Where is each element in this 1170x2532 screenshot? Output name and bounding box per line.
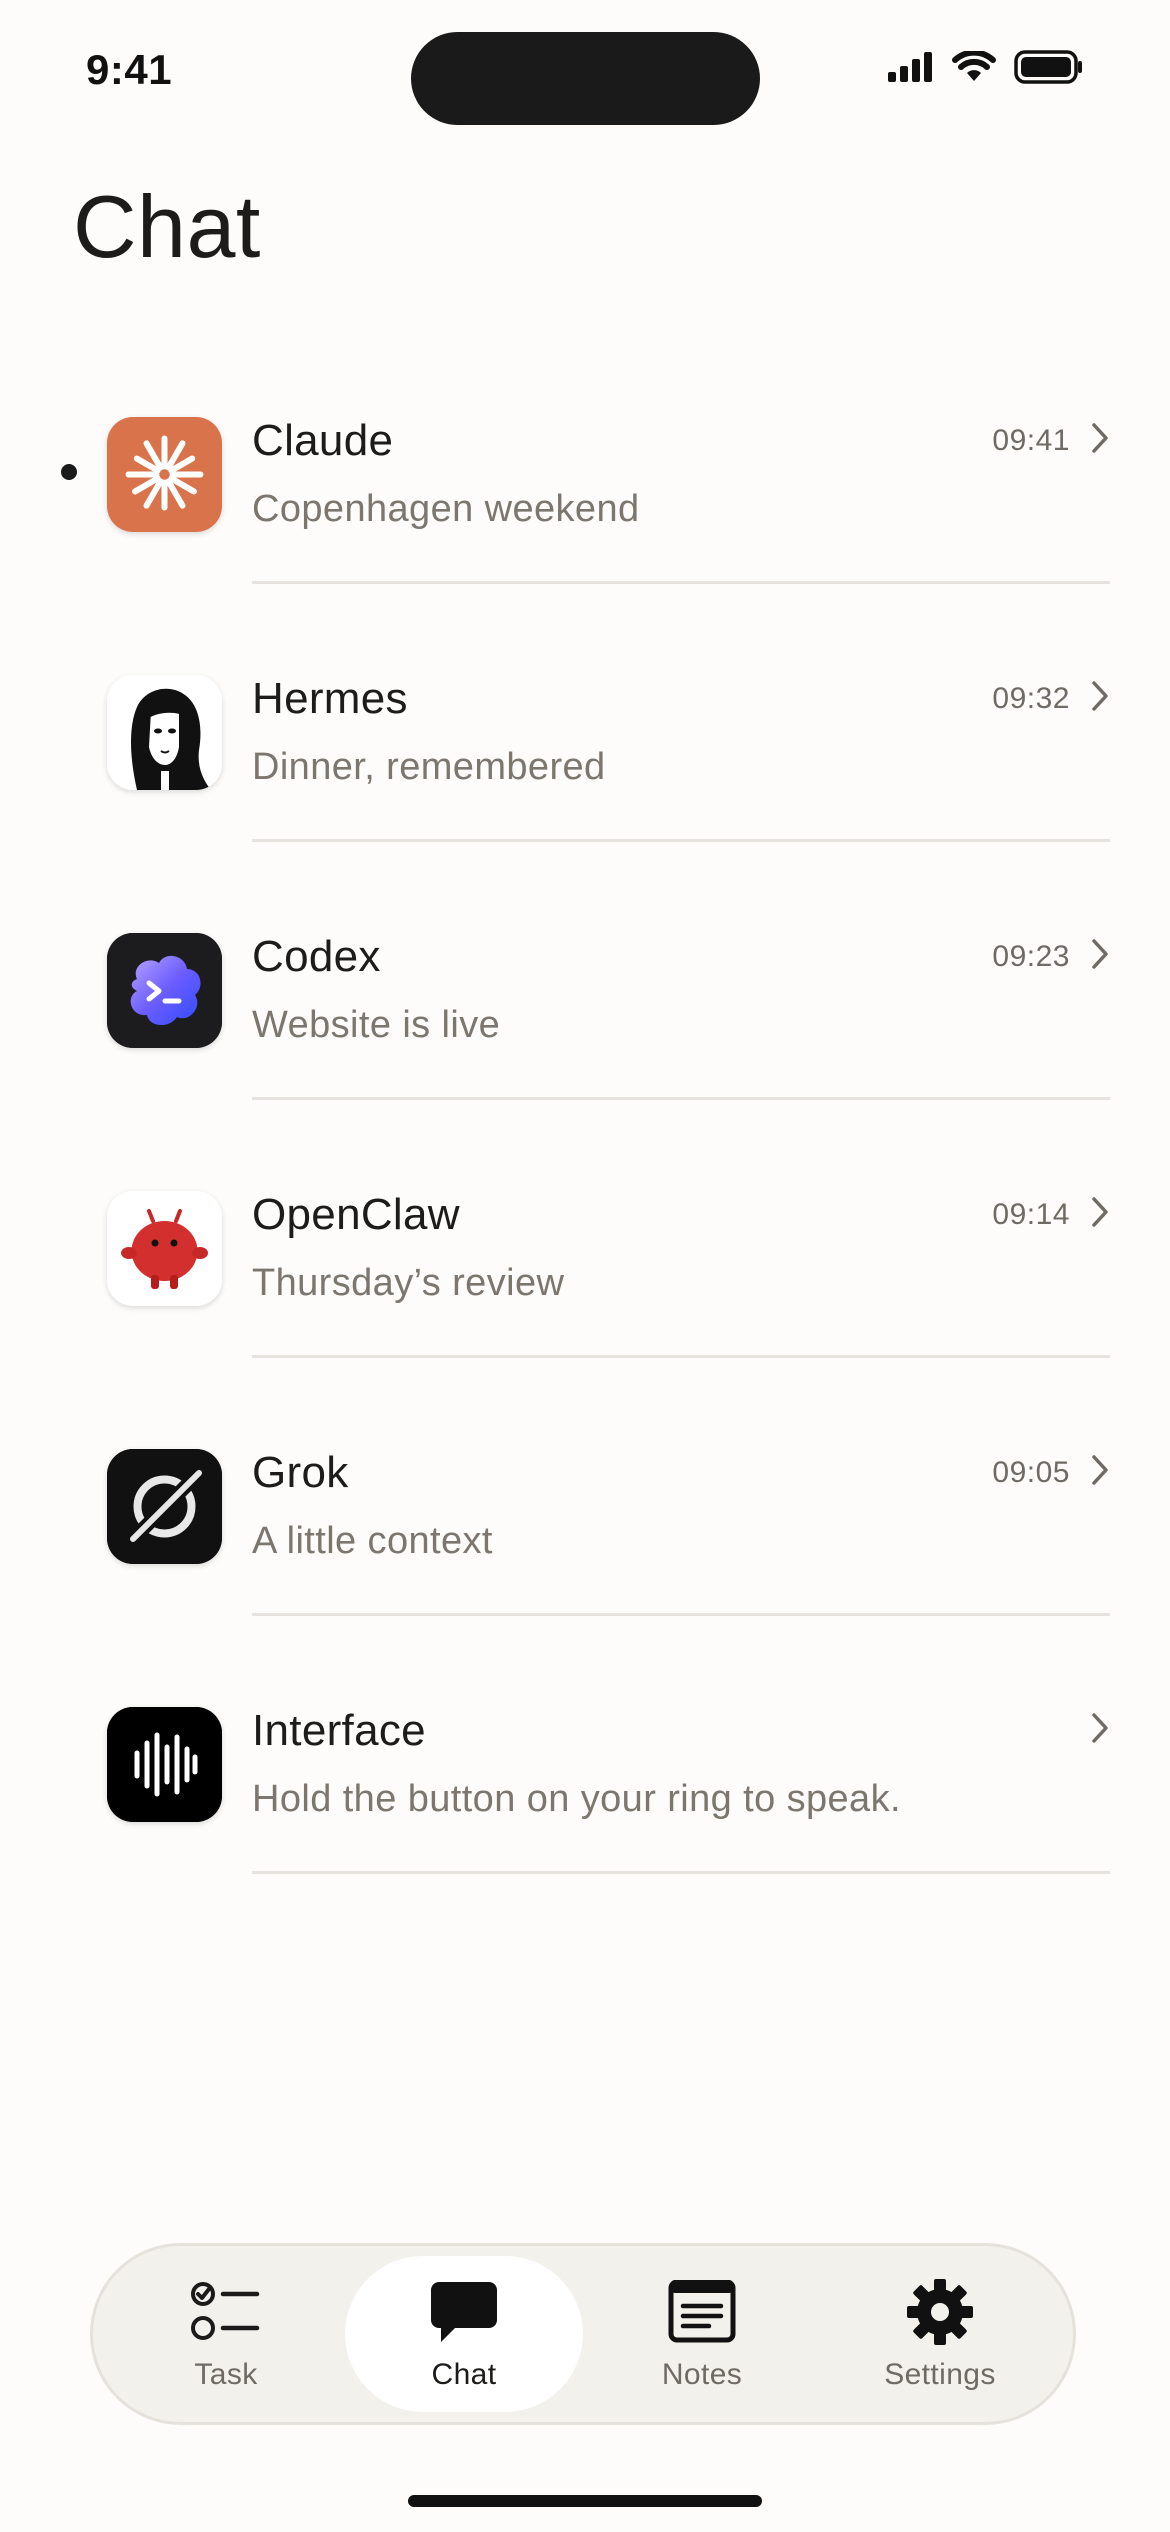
chat-row-claude[interactable]: Claude Copenhagen weekend 09:41 [0, 366, 1170, 624]
unread-indicator [61, 464, 77, 480]
chevron-right-icon [1090, 1196, 1110, 1233]
tab-label: Notes [661, 2358, 743, 2391]
openclaw-mascot-icon [107, 1191, 222, 1306]
chat-row-hermes[interactable]: Hermes Dinner, remembered 09:32 [0, 624, 1170, 882]
chat-name: Hermes [252, 674, 408, 723]
gear-icon [905, 2276, 975, 2348]
tab-label: Task [194, 2358, 258, 2391]
chat-time: 09:32 [992, 682, 1070, 715]
chevron-right-icon [1090, 422, 1110, 459]
row-divider [252, 1613, 1110, 1616]
chat-list: Claude Copenhagen weekend 09:41 Hermes D… [0, 366, 1170, 1914]
tab-chat[interactable]: Chat [345, 2256, 583, 2412]
chat-preview: A little context [252, 1520, 493, 1562]
tab-task[interactable]: Task [107, 2256, 345, 2412]
chat-time: 09:41 [992, 424, 1070, 457]
tab-label: Chat [431, 2358, 497, 2391]
chat-time: 09:05 [992, 1456, 1070, 1489]
chat-time: 09:23 [992, 940, 1070, 973]
home-indicator[interactable] [408, 2495, 762, 2507]
chevron-right-icon [1090, 938, 1110, 975]
status-time: 9:41 [86, 46, 173, 93]
wifi-icon [952, 49, 996, 88]
chat-preview: Hold the button on your ring to speak. [252, 1778, 901, 1820]
grok-logo-icon [107, 1449, 222, 1564]
chat-name: Codex [252, 932, 381, 981]
battery-icon [1014, 50, 1084, 89]
chat-name: OpenClaw [252, 1190, 460, 1239]
chevron-right-icon [1090, 680, 1110, 717]
chat-preview: Copenhagen weekend [252, 488, 640, 530]
tab-bar: Task Chat Notes Settings [90, 2243, 1076, 2425]
chat-bubble-icon [429, 2276, 499, 2348]
dynamic-island [411, 32, 760, 125]
chat-name: Grok [252, 1448, 349, 1497]
row-divider [252, 1355, 1110, 1358]
chat-preview: Thursday’s review [252, 1262, 565, 1304]
chevron-right-icon [1090, 1712, 1110, 1749]
chat-preview: Dinner, remembered [252, 746, 606, 788]
page-title: Chat [73, 177, 261, 276]
chevron-right-icon [1090, 1454, 1110, 1491]
chat-preview: Website is live [252, 1004, 501, 1046]
task-list-icon [191, 2276, 261, 2348]
tab-settings[interactable]: Settings [821, 2256, 1059, 2412]
hermes-portrait-icon [107, 675, 222, 790]
tab-label: Settings [884, 2358, 996, 2391]
chat-time: 09:14 [992, 1198, 1070, 1231]
chat-row-codex[interactable]: Codex Website is live 09:23 [0, 882, 1170, 1140]
row-divider [252, 1871, 1110, 1874]
status-icons [888, 49, 1084, 89]
cellular-signal-icon [888, 52, 934, 87]
chat-row-openclaw[interactable]: OpenClaw Thursday’s review 09:14 [0, 1140, 1170, 1398]
chat-row-interface[interactable]: Interface Hold the button on your ring t… [0, 1656, 1170, 1914]
row-divider [252, 581, 1110, 584]
chat-name: Claude [252, 416, 394, 465]
row-divider [252, 839, 1110, 842]
notes-icon [667, 2276, 737, 2348]
claude-logo-icon [107, 417, 222, 532]
tab-notes[interactable]: Notes [583, 2256, 821, 2412]
codex-logo-icon [107, 933, 222, 1048]
chat-row-grok[interactable]: Grok A little context 09:05 [0, 1398, 1170, 1656]
row-divider [252, 1097, 1110, 1100]
chat-name: Interface [252, 1706, 426, 1755]
waveform-icon [107, 1707, 222, 1822]
